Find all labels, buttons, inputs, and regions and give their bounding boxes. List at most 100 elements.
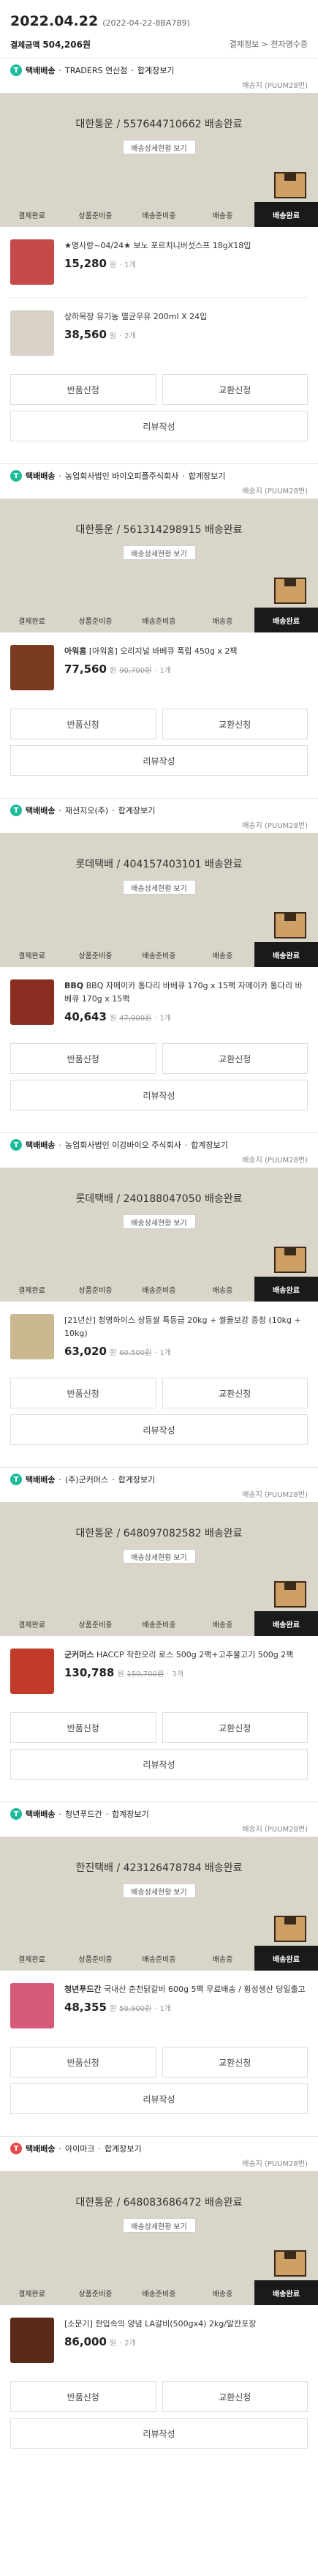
product-price: 48,355 [64,2001,107,2014]
exchange-request-button[interactable]: 교환신청 [162,1043,308,1074]
exchange-request-button[interactable]: 교환신청 [162,1378,308,1408]
product-name[interactable]: ★명사랑~04/24★ 보노 포르치니버섯스프 18gX18입 [64,239,308,253]
product-thumbnail[interactable] [10,239,54,285]
return-request-button[interactable]: 반품신청 [10,2047,156,2077]
return-request-button[interactable]: 반품신청 [10,1378,156,1408]
product-name[interactable]: 상하목장 유기농 멸균우유 200ml X 24입 [64,310,308,324]
product-title: 상하목장 유기농 멸균우유 200ml X 24입 [64,312,208,321]
product-item[interactable]: [소문기] 한입속의 양념 LA갈비(500gx4) 2kg/알칸포장 86,00… [10,2305,308,2375]
currency-unit: 원 [109,332,117,340]
product-item[interactable]: 상하목장 유기농 멸균우유 200ml X 24입 38,560 원 · 2개 [10,297,308,368]
seller-name[interactable]: 재션지오(주) [65,804,108,816]
tracking-detail-button[interactable]: 배송상세현황 보기 [122,2218,196,2233]
exchange-request-button[interactable]: 교환신청 [162,2381,308,2412]
payment-links[interactable]: 결제정보 > 전자영수증 [230,38,308,51]
write-review-button[interactable]: 리뷰작성 [10,1080,308,1110]
pickup-info: 배송지 (PUUM28번) [242,1826,308,1834]
seller-name[interactable]: 청년푸드간 [65,1808,102,1820]
return-request-button[interactable]: 반품신청 [10,1043,156,1074]
delivery-step: 상품준비중 [64,2280,127,2305]
product-brand: BBQ [64,981,84,990]
exchange-request-button[interactable]: 교환신청 [162,1712,308,1743]
product-thumbnail[interactable] [10,1983,54,2028]
delivery-box-icon [274,578,306,604]
tracking-number: 대한통운 / 648083686472 배송완료 [75,2197,243,2209]
product-name[interactable]: BBQ BBQ 자메이카 통다리 바베큐 170g x 15팩 자메이카 통다리… [64,979,308,1006]
tracking-detail-button[interactable]: 배송상세현황 보기 [122,1884,196,1898]
bundle-link[interactable]: 합계장보기 [137,64,175,76]
action-buttons: 반품신청 교환신청리뷰작성 [0,2047,318,2114]
seller-name[interactable]: 농업회사법인 이강바이오 주식회사 [65,1139,181,1151]
write-review-button[interactable]: 리뷰작성 [10,411,308,441]
seller-name[interactable]: TRADERS 연산점 [65,64,127,76]
order-groups: T 택배배송 · TRADERS 연산점 · 합계장보기 배송지 (PUUM28번) 대한통운… [0,58,318,2471]
product-thumbnail[interactable] [10,1314,54,1359]
seller-name[interactable]: 농업회사법인 바이오피플주식회사 [65,470,178,482]
dot-separator: · [154,1349,157,1357]
bundle-link[interactable]: 합계장보기 [105,2143,142,2154]
product-name[interactable]: [21년산] 청명하이스 상등쌀 특등급 20kg + 쌀을보강 증정 (10k… [64,1314,308,1340]
tracking-detail-button[interactable]: 배송상세현황 보기 [122,880,196,895]
seller-name[interactable]: (주)군커머스 [65,1474,108,1485]
tracking-detail-button[interactable]: 배송상세현황 보기 [122,140,196,154]
bundle-link[interactable]: 합계장보기 [118,1474,156,1485]
action-buttons: 반품신청 교환신청리뷰작성 [0,1043,318,1110]
product-thumbnail[interactable] [10,979,54,1025]
delivery-steps: 결제완료 상품준비중 배송준비중 배송중 배송완료 [0,1611,318,1636]
currency-unit: 원 [109,2005,117,2013]
product-thumbnail[interactable] [10,645,54,690]
shipment-group: T 택배배송 · 재션지오(주) · 합계장보기 배송지 (PUUM28번) 롯데택배 / 4… [0,798,318,1132]
product-thumbnail[interactable] [10,2318,54,2363]
tracking-detail-button[interactable]: 배송상세현황 보기 [122,1549,196,1564]
bundle-link[interactable]: 합계장보기 [191,1139,228,1151]
write-review-button[interactable]: 리뷰작성 [10,2418,308,2449]
delivery-kind: 택배배송 [26,1810,56,1819]
product-list: ★명사랑~04/24★ 보노 포르치니버섯스프 18gX18입 15,280 원 · 1… [0,227,318,368]
tracking-number: 롯데택배 / 240188047050 배송완료 [75,1193,243,1205]
write-review-button[interactable]: 리뷰작성 [10,2083,308,2114]
button-row: 반품신청 교환신청 [10,1043,308,1074]
product-info: 상하목장 유기농 멸균우유 200ml X 24입 38,560 원 · 2개 [64,310,308,356]
seller-line: T 택배배송 · (주)군커머스 · 합계장보기 [10,1474,308,1485]
product-item[interactable]: 군커머스 HACCP 착한오리 로스 500g 2팩+고추불고기 500g 2팩… [10,1636,308,1706]
return-request-button[interactable]: 반품신청 [10,1712,156,1743]
product-item[interactable]: 아워홈 [아워홈] 오리지널 바베큐 폭립 450g x 2팩 77,560 원 90… [10,632,308,703]
delivery-step: 배송완료 [254,942,318,967]
bundle-link[interactable]: 합계장보기 [118,804,156,816]
exchange-request-button[interactable]: 교환신청 [162,2047,308,2077]
bundle-link[interactable]: 합계장보기 [112,1808,149,1820]
delivery-step: 배송준비중 [127,1946,191,1971]
product-item[interactable]: BBQ BBQ 자메이카 통다리 바베큐 170g x 15팩 자메이카 통다리… [10,967,308,1037]
product-thumbnail[interactable] [10,1649,54,1694]
delivery-step: 배송중 [191,608,254,632]
return-request-button[interactable]: 반품신청 [10,2381,156,2412]
order-date: 2022.04.22 [10,13,99,29]
delivery-step: 결제완료 [0,1277,64,1302]
delivery-box-icon [274,1581,306,1608]
write-review-button[interactable]: 리뷰작성 [10,1414,308,1445]
product-name[interactable]: 청년푸드간 국내산 춘천닭갈비 600g 5팩 무료배송 / 횡성생산 당일출고 [64,1983,308,1996]
return-request-button[interactable]: 반품신청 [10,709,156,739]
tracking-detail-button[interactable]: 배송상세현황 보기 [122,545,196,560]
product-name[interactable]: [소문기] 한입속의 양념 LA갈비(500gx4) 2kg/알칸포장 [64,2318,308,2331]
delivery-step: 결제완료 [0,202,64,227]
delivery-step: 배송완료 [254,608,318,632]
bundle-link[interactable]: 합계장보기 [189,470,226,482]
dot-separator: · [119,261,122,269]
write-review-button[interactable]: 리뷰작성 [10,745,308,776]
exchange-request-button[interactable]: 교환신청 [162,374,308,405]
product-item[interactable]: 청년푸드간 국내산 춘천닭갈비 600g 5팩 무료배송 / 횡성생산 당일출고… [10,1971,308,2041]
product-item[interactable]: [21년산] 청명하이스 상등쌀 특등급 20kg + 쌀을보강 증정 (10k… [10,1302,308,1372]
product-item[interactable]: ★명사랑~04/24★ 보노 포르치니버섯스프 18gX18입 15,280 원 · 1… [10,227,308,297]
product-title: HACCP 착한오리 로스 500g 2팩+고추불고기 500g 2팩 [96,1650,294,1660]
exchange-request-button[interactable]: 교환신청 [162,709,308,739]
tracking-detail-button[interactable]: 배송상세현황 보기 [122,1214,196,1229]
write-review-button[interactable]: 리뷰작성 [10,1749,308,1780]
product-price-row: 40,643 원 47,900원 · 1개 [64,1010,308,1023]
return-request-button[interactable]: 반품신청 [10,374,156,405]
product-name[interactable]: 아워홈 [아워홈] 오리지널 바베큐 폭립 450g x 2팩 [64,645,308,658]
seller-name[interactable]: 아이마크 [65,2143,94,2154]
product-thumbnail[interactable] [10,310,54,356]
delivery-step: 배송준비중 [127,202,191,227]
product-name[interactable]: 군커머스 HACCP 착한오리 로스 500g 2팩+고추불고기 500g 2팩 [64,1649,308,1662]
